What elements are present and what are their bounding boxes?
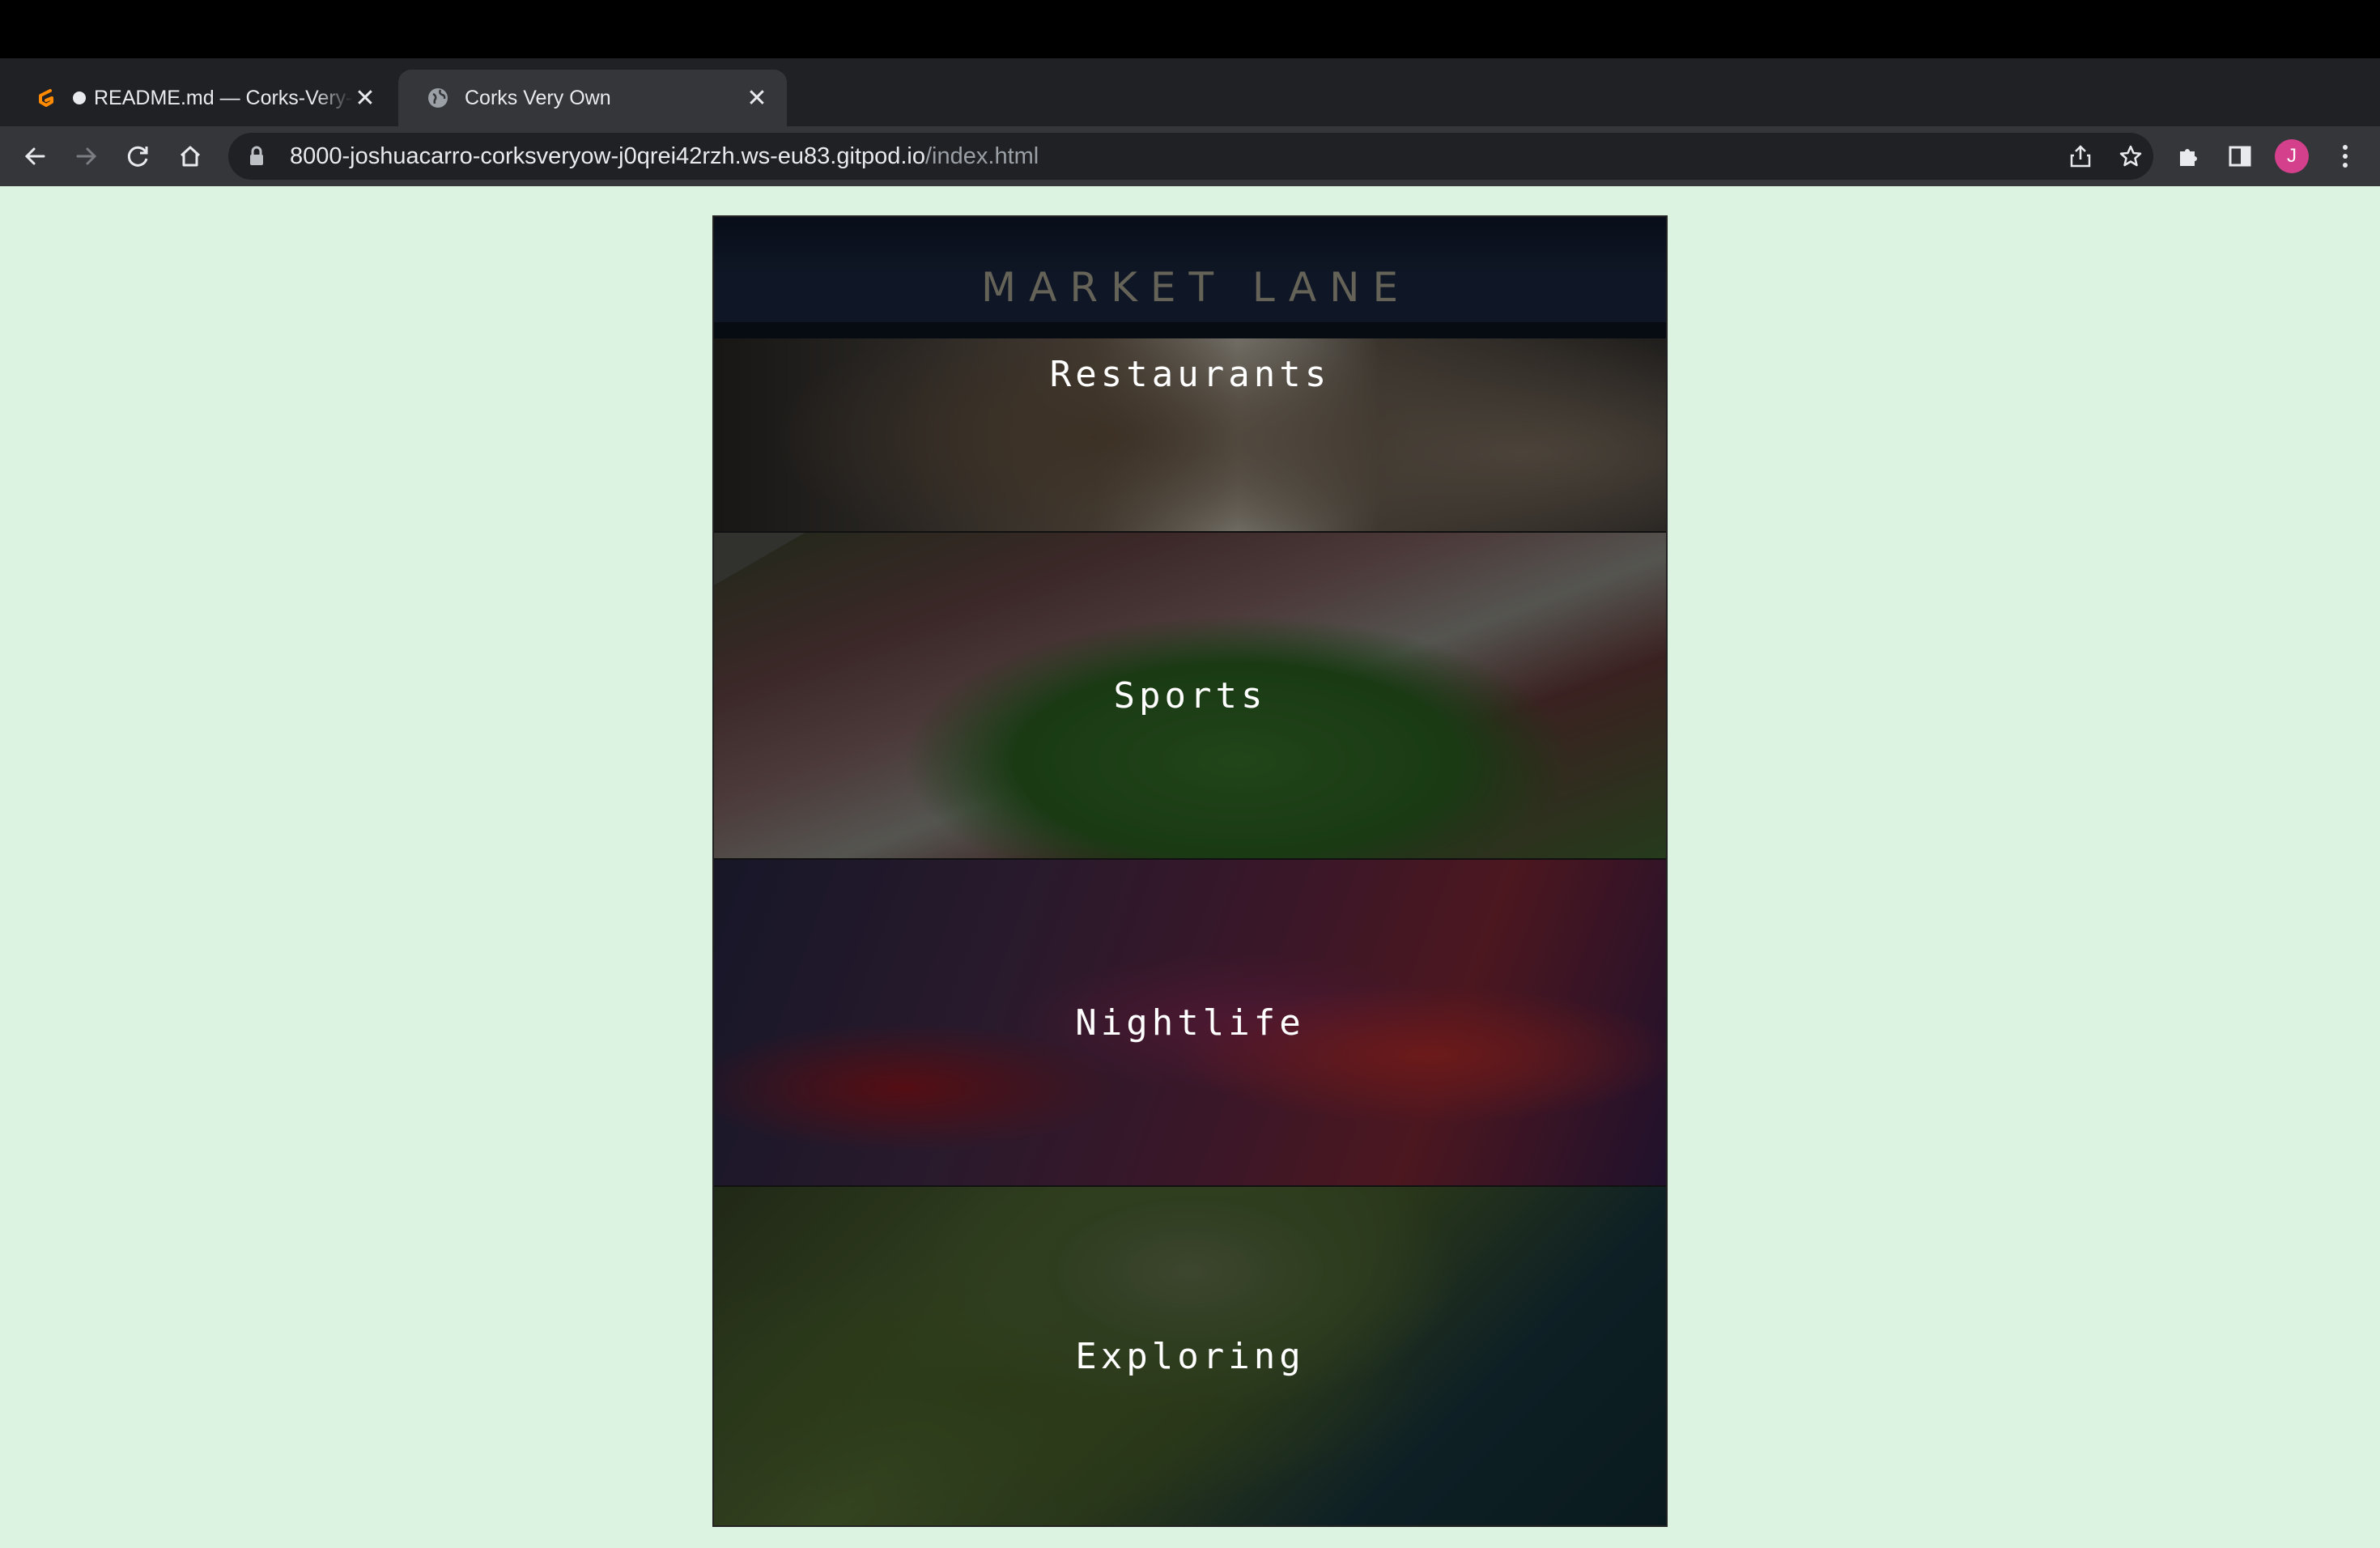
tab-corks-very-own[interactable]: Corks Very Own ✕ [398, 70, 787, 126]
unsaved-dot-icon [73, 91, 86, 104]
menu-kebab-icon[interactable] [2328, 139, 2362, 173]
close-tab-icon[interactable]: ✕ [745, 85, 769, 112]
bookmark-star-icon[interactable] [2118, 143, 2144, 169]
exploring-card[interactable]: Exploring [714, 1187, 1666, 1525]
tab-title: README.md — Corks-Very-Own [94, 86, 353, 109]
card-label-nightlife: Nightlife [1075, 1002, 1305, 1044]
forward-arrow-icon[interactable] [70, 139, 104, 173]
share-icon[interactable] [2068, 143, 2093, 169]
address-bar[interactable]: 8000-joshuacarro-corksveryow-j0qrei42rzh… [228, 133, 2153, 180]
extensions-puzzle-icon[interactable] [2171, 139, 2205, 173]
side-panel-icon[interactable] [2223, 139, 2257, 173]
tab-strip: README.md — Corks-Very-Own ✕ Corks Very … [0, 58, 2380, 167]
card-label-sports: Sports [1113, 674, 1267, 717]
tab-title: Corks Very Own [465, 86, 611, 109]
sports-card[interactable]: Sports [714, 533, 1666, 860]
page-viewport: MARKET LANE Restaurants Sports Nightlife… [0, 186, 2380, 1548]
card-label-restaurants: Restaurants [1049, 353, 1331, 395]
url-host: 8000-joshuacarro-corksveryow-j0qrei42rzh… [290, 142, 925, 169]
reload-icon[interactable] [121, 139, 155, 173]
lock-icon[interactable] [246, 146, 267, 167]
profile-avatar[interactable]: J [2275, 139, 2309, 173]
browser-toolbar: 8000-joshuacarro-corksveryow-j0qrei42rzh… [0, 126, 2380, 186]
home-icon[interactable] [173, 139, 207, 173]
top-bar [0, 0, 2380, 58]
nightlife-card[interactable]: Nightlife [714, 860, 1666, 1187]
url-path: /index.html [925, 142, 1039, 169]
globe-icon [424, 84, 452, 112]
restaurants-card[interactable]: MARKET LANE Restaurants [714, 217, 1666, 533]
back-arrow-icon[interactable] [18, 139, 52, 173]
close-tab-icon[interactable]: ✕ [353, 85, 377, 112]
tab-readme[interactable]: README.md — Corks-Very-Own ✕ [6, 70, 395, 126]
card-label-exploring: Exploring [1075, 1335, 1305, 1377]
category-gallery: MARKET LANE Restaurants Sports Nightlife… [712, 215, 1668, 1527]
gitpod-icon [32, 84, 60, 112]
